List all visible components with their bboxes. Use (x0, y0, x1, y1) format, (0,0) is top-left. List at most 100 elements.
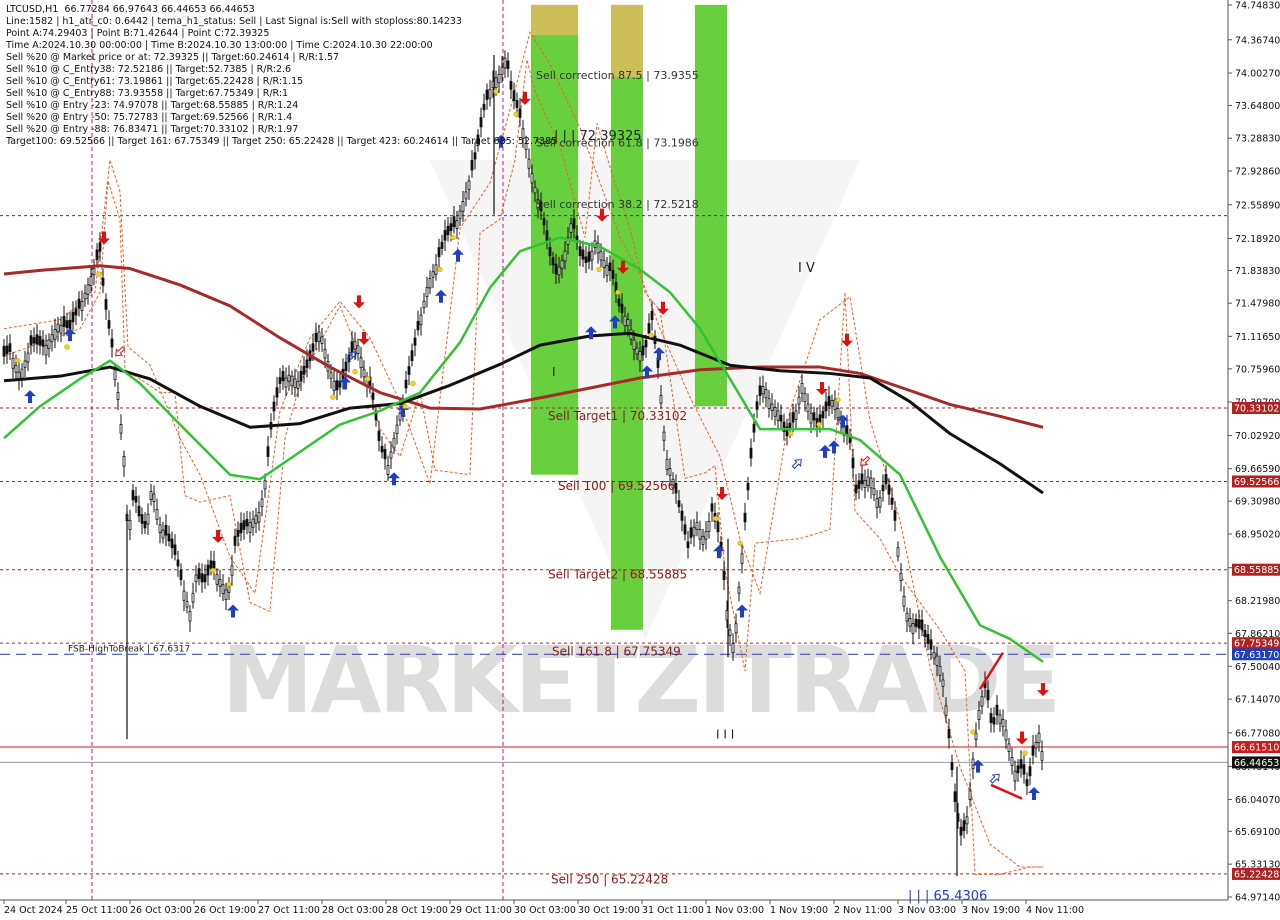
candle-body (551, 257, 555, 266)
candle-body (863, 480, 867, 488)
candle-body (278, 377, 282, 384)
candle-body (461, 201, 465, 212)
price-tick-label: 67.50040 (1235, 662, 1280, 673)
candle-body (473, 152, 477, 160)
symbol-header: LTCUSD,H1 66.77284 66.97643 66.44653 66.… (6, 4, 255, 15)
candle-body (299, 370, 303, 382)
info-line: Sell %10 @ C_Entry38: 72.52186 || Target… (6, 64, 292, 75)
candle-body (572, 218, 576, 229)
signal-dot (402, 403, 408, 409)
candle-body (641, 345, 645, 356)
candle-body (791, 412, 795, 423)
candle-body (110, 338, 114, 348)
candle-body (947, 728, 951, 739)
signal-dot (450, 234, 456, 241)
candle-body (647, 323, 651, 334)
time-tick-label: 26 Oct 03:00 (130, 905, 192, 916)
candle-body (749, 447, 753, 459)
candle-body (761, 386, 765, 395)
candle-body (395, 424, 399, 435)
price-tick-label: 66.77080 (1235, 728, 1280, 739)
candle-body (824, 401, 828, 412)
candle-body (227, 586, 231, 593)
candle-body (623, 315, 627, 327)
candle-body (872, 487, 876, 496)
candle-body (968, 790, 972, 800)
candle-body (1031, 745, 1035, 756)
candle-body (779, 414, 783, 422)
candle-body (755, 401, 759, 410)
candle-body (797, 396, 801, 405)
time-tick-label: 28 Oct 03:00 (322, 905, 384, 916)
price-tick-label: 71.83830 (1235, 266, 1280, 277)
candle-body (290, 375, 294, 387)
price-tag-label: 67.63170 (1234, 650, 1279, 661)
info-panel: LTCUSD,H1 66.77284 66.97643 66.44653 66.… (6, 4, 557, 148)
candle-body (875, 498, 879, 508)
candle-body (218, 579, 222, 587)
candle-body (854, 484, 858, 494)
time-tick-label: 30 Oct 19:00 (578, 905, 640, 916)
candle-body (194, 574, 198, 583)
candle-body (65, 320, 69, 328)
candle-body (542, 218, 546, 226)
candle-body (776, 410, 780, 421)
time-tick-label: 29 Oct 11:00 (450, 905, 512, 916)
signal-zone (611, 4, 643, 77)
candle-body (236, 530, 240, 537)
candle-body (152, 493, 156, 502)
info-line: Sell %10 @ C_Entry61: 73.19861 || Target… (6, 76, 304, 87)
candle-body (986, 689, 990, 701)
candle-body (323, 348, 327, 359)
price-tick-label: 73.28830 (1235, 134, 1280, 145)
candle-body (683, 524, 687, 535)
candle-body (941, 679, 945, 687)
candle-body (68, 319, 72, 330)
candle-body (344, 361, 348, 372)
candle-body (1025, 779, 1029, 787)
candle-body (428, 278, 432, 289)
candle-body (440, 241, 444, 249)
candle-body (80, 300, 84, 312)
candle-body (662, 431, 666, 441)
candle-body (905, 612, 909, 622)
candle-body (335, 380, 339, 391)
candle-body (425, 287, 429, 298)
candle-body (1016, 765, 1020, 774)
candle-body (650, 311, 654, 321)
candle-body (545, 230, 549, 241)
candle-body (707, 521, 711, 532)
candle-body (452, 216, 456, 227)
candle-body (533, 186, 537, 194)
candle-body (302, 365, 306, 375)
candle-body (431, 271, 435, 278)
candle-body (140, 514, 144, 524)
candle-body (164, 524, 168, 536)
level-label: | | | 65.4306 (908, 889, 987, 904)
candle-body (167, 533, 171, 542)
candle-body (743, 512, 747, 523)
candle-body (404, 379, 408, 389)
candle-body (944, 705, 948, 716)
candle-body (92, 267, 96, 276)
candle-body (311, 343, 315, 352)
candle-body (911, 623, 915, 634)
candle-body (896, 547, 900, 557)
candle-body (284, 377, 288, 388)
candle-body (14, 364, 18, 373)
candle-body (281, 371, 285, 382)
candle-body (116, 392, 120, 400)
candle-body (1034, 741, 1038, 749)
candle-body (977, 709, 981, 720)
info-line: Target100: 69.52566 || Target 161: 67.75… (6, 136, 558, 147)
candle-body (203, 574, 207, 583)
candle-body (359, 357, 363, 369)
candle-body (926, 634, 930, 644)
candle-body (86, 284, 90, 295)
candle-body (809, 412, 813, 424)
signal-dot (835, 397, 841, 403)
candle-body (353, 340, 357, 350)
price-tick-label: 72.92860 (1235, 167, 1280, 178)
price-tick-label: 71.47980 (1235, 299, 1280, 310)
time-tick-label: 4 Nov 11:00 (1026, 905, 1084, 916)
